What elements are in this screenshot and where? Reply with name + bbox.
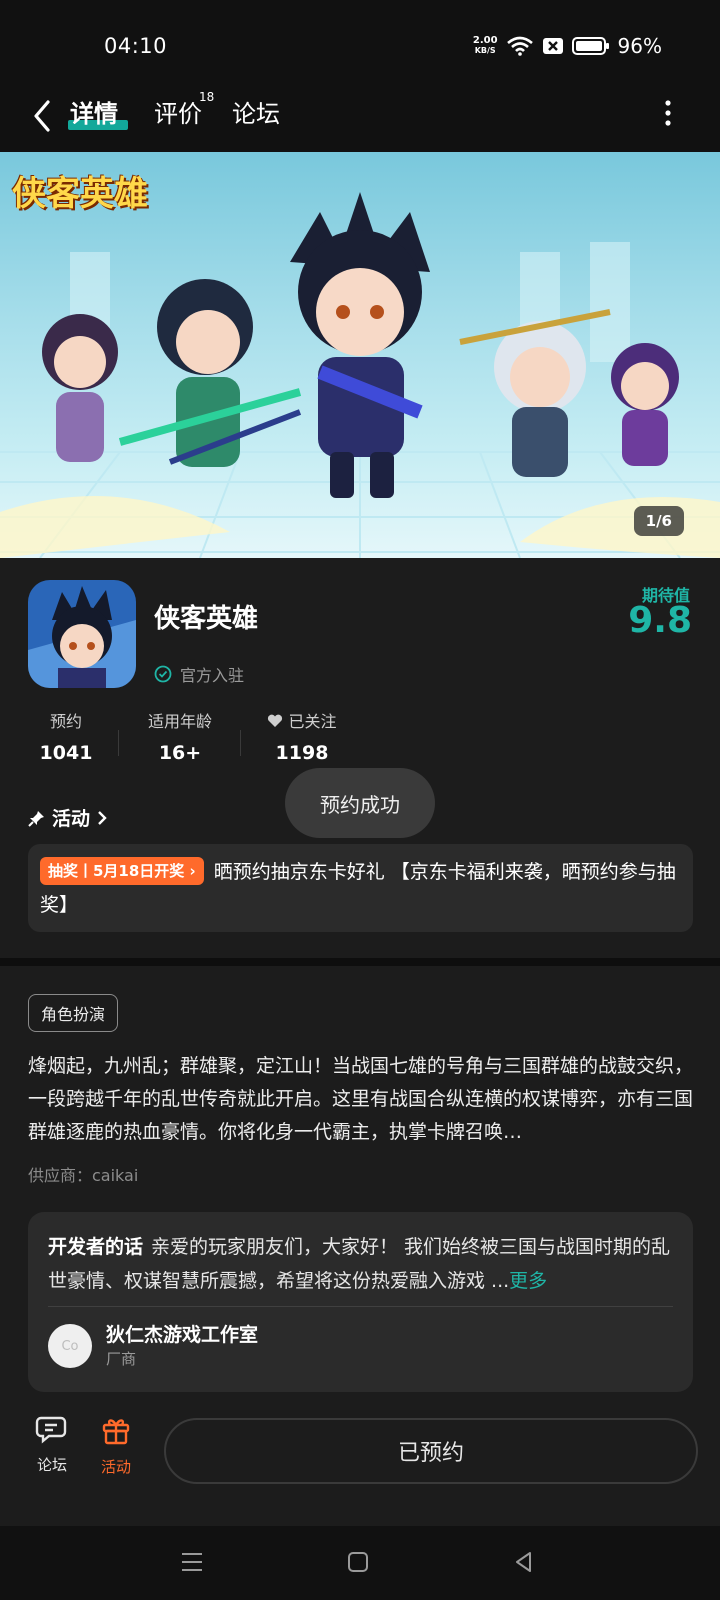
battery-icon xyxy=(571,37,609,55)
developer-avatar[interactable]: Co xyxy=(48,1324,92,1368)
expectation-score: 9.8 xyxy=(628,600,692,641)
game-logo: 侠客英雄 xyxy=(12,174,148,214)
back-triangle-icon[interactable] xyxy=(510,1548,538,1576)
sim-off-icon xyxy=(542,38,563,54)
verified-check-icon xyxy=(154,665,172,683)
stat-age-rating: 适用年龄 16+ xyxy=(147,712,212,764)
tab-details[interactable]: 详情 xyxy=(70,94,118,129)
game-description[interactable]: 烽烟起，九州乱；群雄聚，定江山！当战国七雄的号角与三国群雄的战鼓交织，一段跨越千… xyxy=(28,1050,693,1149)
status-time: 04:10 xyxy=(104,34,168,58)
system-nav-bar xyxy=(0,1526,720,1600)
app-icon xyxy=(28,580,136,688)
carousel-counter: 1/6 xyxy=(633,506,684,536)
tab-forum[interactable]: 论坛 xyxy=(232,94,280,129)
pin-icon xyxy=(28,810,44,827)
more-vertical-icon[interactable] xyxy=(664,100,672,126)
stat-divider xyxy=(240,730,241,756)
more-link[interactable]: 更多 xyxy=(509,1270,547,1292)
toast-message: 预约成功 xyxy=(285,768,435,838)
net-speed: 2.00 KB/S xyxy=(472,35,498,56)
section-divider xyxy=(0,958,720,966)
stat-divider xyxy=(118,730,119,756)
forum-chat-icon xyxy=(35,1416,67,1444)
activity-card[interactable]: 抽奖丨5月18日开奖 › 晒预约抽京东卡好礼 【京东卡福利来袭，晒预约参与抽奖】 xyxy=(28,844,693,932)
developer-card[interactable]: 开发者的话 亲爱的玩家朋友们，大家好！ 我们始终被三国与战国时期的乱世豪情、权谋智… xyxy=(28,1212,693,1392)
app-info-section: 侠客英雄 官方入驻 期待值 9.8 预约 1041 适用年龄 16+ 已关注 1… xyxy=(0,558,720,958)
stats-row: 预约 1041 适用年龄 16+ 已关注 1198 xyxy=(0,708,720,768)
activity-header[interactable]: 活动 xyxy=(28,804,108,831)
developer-note-title: 开发者的话 xyxy=(48,1236,144,1258)
forum-button[interactable]: 论坛 xyxy=(22,1414,82,1475)
lottery-tag[interactable]: 抽奖丨5月18日开奖 › xyxy=(40,857,204,885)
heart-icon xyxy=(268,714,283,727)
status-icons: 2.00 KB/S 96% xyxy=(473,34,662,58)
menu-icon[interactable] xyxy=(178,1548,206,1576)
wifi-icon xyxy=(506,36,533,56)
reserved-button[interactable]: 已预约 xyxy=(164,1418,698,1484)
official-badge: 官方入驻 xyxy=(154,662,244,686)
stat-reservations: 预约 1041 xyxy=(39,712,93,764)
bottom-action-bar: 论坛 活动 已预约 xyxy=(0,1396,720,1526)
gift-icon xyxy=(102,1419,130,1445)
tab-reviews[interactable]: 评价 xyxy=(154,94,202,129)
activity-button[interactable]: 活动 xyxy=(86,1414,146,1477)
stat-followed[interactable]: 已关注 1198 xyxy=(262,708,342,764)
battery-percent: 96% xyxy=(617,34,662,58)
developer-role: 厂商 xyxy=(106,1350,137,1368)
divider xyxy=(48,1306,673,1307)
chevron-right-icon xyxy=(98,810,107,825)
reviews-count-badge: 18 xyxy=(199,90,215,104)
developer-name[interactable]: 狄仁杰游戏工作室 xyxy=(106,1320,258,1347)
supplier-info: 供应商：caikai xyxy=(28,1166,139,1185)
top-nav: 详情 评价 18 论坛 xyxy=(0,90,720,152)
back-arrow-icon[interactable] xyxy=(28,96,58,136)
screenshot-carousel[interactable]: 侠客英雄 1/6 xyxy=(0,152,720,558)
description-section: 角色扮演 烽烟起，九州乱；群雄聚，定江山！当战国七雄的号角与三国群雄的战鼓交织，… xyxy=(0,966,720,1392)
app-name: 侠客英雄 xyxy=(154,604,259,634)
status-bar: 04:10 2.00 KB/S 96% xyxy=(0,0,720,90)
home-square-icon[interactable] xyxy=(344,1548,372,1576)
category-tag[interactable]: 角色扮演 xyxy=(28,994,119,1032)
